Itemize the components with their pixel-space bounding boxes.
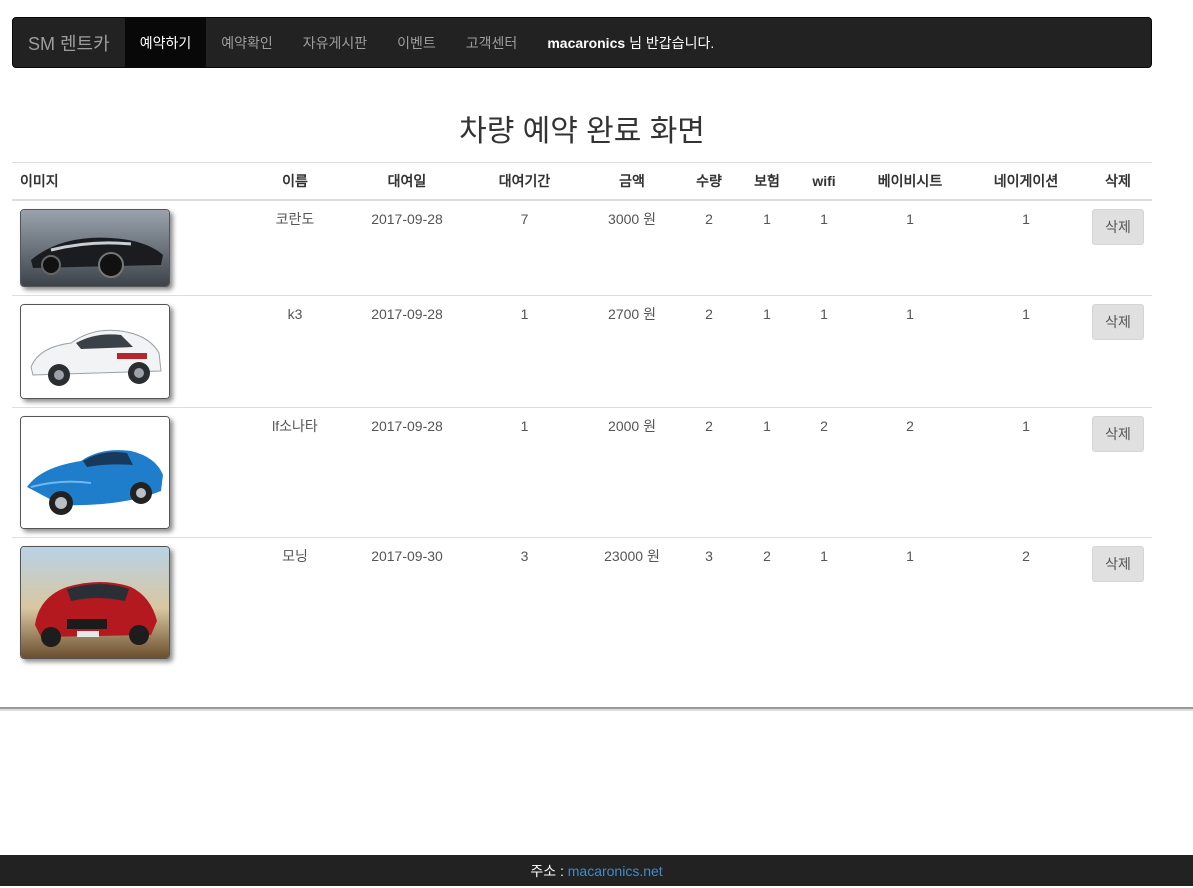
rent-date: 2017-09-28 <box>349 199 465 296</box>
quantity: 2 <box>680 199 738 296</box>
insurance: 1 <box>738 199 796 296</box>
rent-date: 2017-09-28 <box>349 407 465 538</box>
babyseat: 1 <box>852 295 968 408</box>
header-navigation: 네이게이션 <box>968 162 1084 201</box>
rent-period: 3 <box>465 537 584 667</box>
rent-period: 1 <box>465 295 584 408</box>
price: 2000 원 <box>584 407 680 538</box>
delete-button[interactable]: 삭제 <box>1092 209 1144 245</box>
wifi: 1 <box>796 295 852 408</box>
rent-period: 1 <box>465 407 584 538</box>
wifi: 1 <box>796 199 852 296</box>
user-greeting: macaronics 님 반갑습니다. <box>532 18 729 67</box>
table-header-row: 이미지 이름 대여일 대여기간 금액 수량 보험 wifi 베이비시트 네이게이… <box>12 162 1152 201</box>
header-date: 대여일 <box>349 162 465 201</box>
page-title: 차량 예약 완료 화면 <box>459 115 705 148</box>
concept-car-image <box>20 209 170 287</box>
blue-sports-car-image <box>20 416 170 529</box>
nav-item-check-reservation[interactable]: 예약확인 <box>206 18 288 67</box>
delete-cell: 삭제 <box>1084 407 1152 538</box>
insurance: 1 <box>738 407 796 538</box>
image-cell <box>12 537 241 667</box>
divider <box>0 707 1193 711</box>
header-qty: 수량 <box>680 162 738 201</box>
price: 3000 원 <box>584 199 680 296</box>
table-row: 모닝 2017-09-30 3 23000 원 3 2 1 1 2 삭제 <box>12 537 1152 667</box>
image-cell <box>12 295 241 408</box>
table-row: lf소나타 2017-09-28 1 2000 원 2 1 2 2 1 삭제 <box>12 407 1152 538</box>
greeting-text: 님 반갑습니다. <box>629 34 715 51</box>
wifi: 2 <box>796 407 852 538</box>
white-sedan-image <box>20 304 170 399</box>
user-name: macaronics <box>547 34 626 51</box>
quantity: 2 <box>680 295 738 408</box>
delete-button[interactable]: 삭제 <box>1092 416 1144 452</box>
navigation: 1 <box>968 295 1084 408</box>
reservation-table: 이미지 이름 대여일 대여기간 금액 수량 보험 wifi 베이비시트 네이게이… <box>12 162 1152 667</box>
navigation: 1 <box>968 407 1084 538</box>
nav-item-free-board[interactable]: 자유게시판 <box>288 18 382 67</box>
car-name: 코란도 <box>241 199 349 296</box>
header-name: 이름 <box>241 162 349 201</box>
delete-cell: 삭제 <box>1084 295 1152 408</box>
top-navbar: SM 렌트카 예약하기 예약확인 자유게시판 이벤트 고객센터 macaroni… <box>12 17 1152 68</box>
car-name: k3 <box>241 295 349 408</box>
babyseat: 1 <box>852 537 968 667</box>
header-delete: 삭제 <box>1084 162 1152 201</box>
navigation: 2 <box>968 537 1084 667</box>
red-hatchback-image <box>20 546 170 659</box>
car-name: 모닝 <box>241 537 349 667</box>
insurance: 1 <box>738 295 796 408</box>
table-row: 코란도 2017-09-28 7 3000 원 2 1 1 1 1 삭제 <box>12 199 1152 296</box>
image-cell <box>12 199 241 296</box>
rent-date: 2017-09-30 <box>349 537 465 667</box>
footer: 주소 : macaronics.net <box>0 855 1193 886</box>
delete-cell: 삭제 <box>1084 199 1152 296</box>
rent-period: 7 <box>465 199 584 296</box>
header-image: 이미지 <box>12 162 241 201</box>
quantity: 3 <box>680 537 738 667</box>
babyseat: 2 <box>852 407 968 538</box>
delete-button[interactable]: 삭제 <box>1092 304 1144 340</box>
header-period: 대여기간 <box>465 162 584 201</box>
delete-cell: 삭제 <box>1084 537 1152 667</box>
nav-item-customer-center[interactable]: 고객센터 <box>451 18 533 67</box>
header-wifi: wifi <box>796 162 852 201</box>
nav-item-event[interactable]: 이벤트 <box>382 18 451 67</box>
delete-button[interactable]: 삭제 <box>1092 546 1144 582</box>
brand-logo[interactable]: SM 렌트카 <box>13 18 125 67</box>
car-name: lf소나타 <box>241 407 349 538</box>
quantity: 2 <box>680 407 738 538</box>
price: 2700 원 <box>584 295 680 408</box>
wifi: 1 <box>796 537 852 667</box>
image-cell <box>12 407 241 538</box>
header-insurance: 보험 <box>738 162 796 201</box>
insurance: 2 <box>738 537 796 667</box>
price: 23000 원 <box>584 537 680 667</box>
table-row: k3 2017-09-28 1 2700 원 2 1 1 1 1 삭제 <box>12 295 1152 408</box>
nav-item-reserve[interactable]: 예약하기 <box>124 18 207 67</box>
navigation: 1 <box>968 199 1084 296</box>
footer-address-link[interactable]: macaronics.net <box>568 863 663 879</box>
babyseat: 1 <box>852 199 968 296</box>
rent-date: 2017-09-28 <box>349 295 465 408</box>
footer-address-label: 주소 : <box>530 863 568 879</box>
header-babyseat: 베이비시트 <box>852 162 968 201</box>
header-price: 금액 <box>584 162 680 201</box>
